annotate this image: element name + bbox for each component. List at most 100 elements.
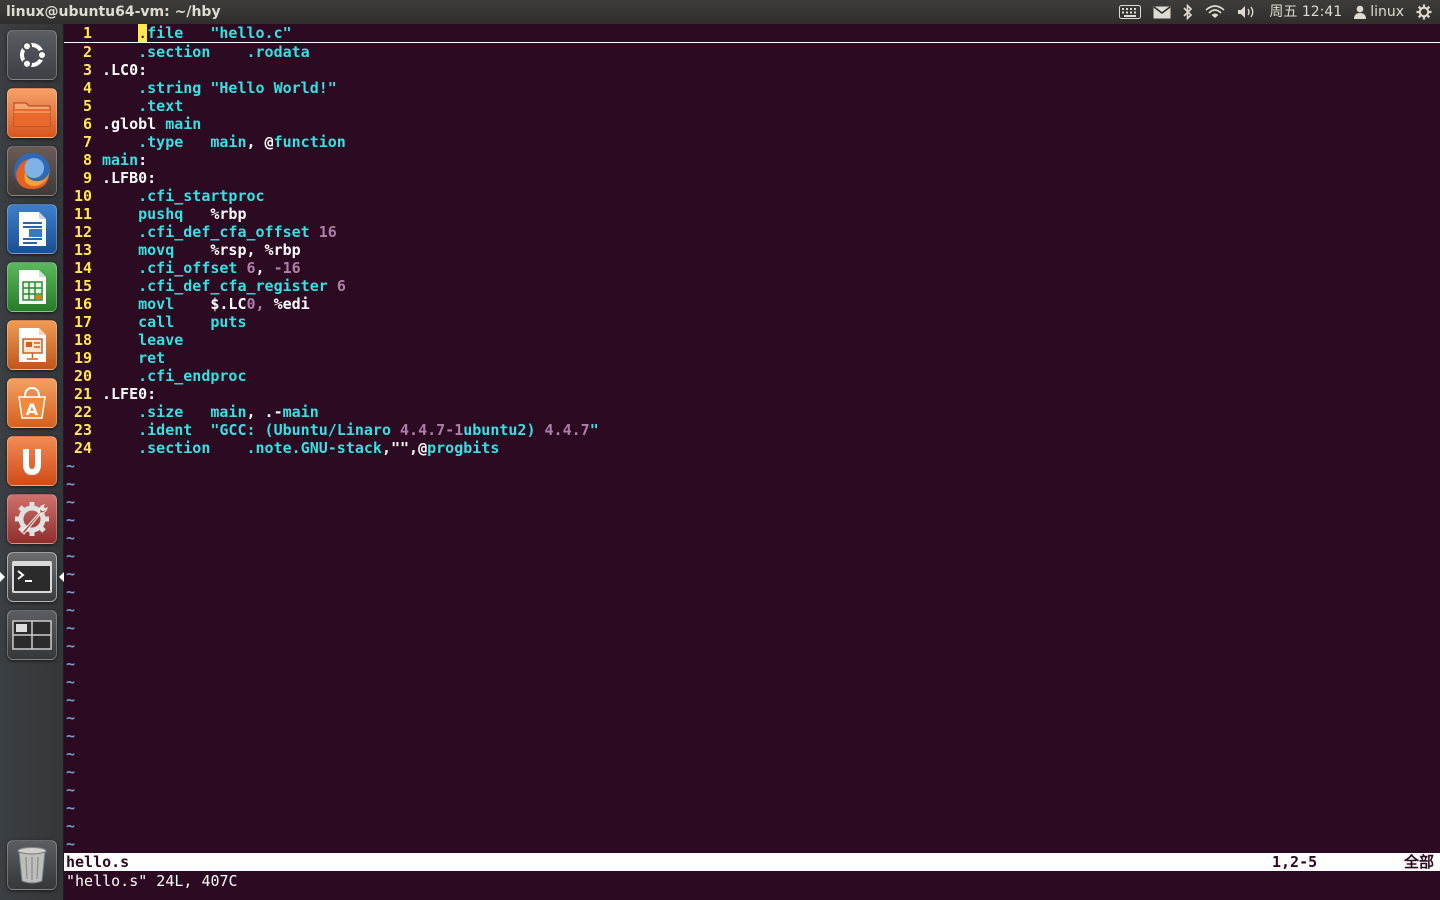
code-token: .section <box>138 43 211 61</box>
line-number: 9 <box>82 169 92 187</box>
code-line[interactable]: 7 .type main, @function <box>64 133 1440 151</box>
code-line[interactable]: 20 .cfi_endproc <box>64 367 1440 385</box>
code-line[interactable]: 13 movq %rsp, %rbp <box>64 241 1440 259</box>
ubuntu-one-icon <box>23 449 41 475</box>
line-number: 18 <box>73 331 92 349</box>
code-token: "Hello World!" <box>210 79 337 97</box>
code-line[interactable]: 21 .LFE0: <box>64 385 1440 403</box>
bluetooth-icon[interactable] <box>1183 0 1193 24</box>
launcher: A <box>0 24 64 900</box>
code-token: main <box>165 115 202 133</box>
empty-line-tilde: ~ <box>66 727 76 745</box>
settings-icon <box>15 502 49 536</box>
code-line[interactable]: 3 .LC0: <box>64 61 1440 79</box>
code-line[interactable]: 12 .cfi_def_cfa_offset 16 <box>64 223 1440 241</box>
keyboard-icon[interactable] <box>1119 0 1142 24</box>
line-number: 7 <box>82 133 92 151</box>
user-menu[interactable]: linux <box>1354 0 1404 24</box>
code-token: 6 <box>336 277 346 295</box>
launcher-system-settings[interactable] <box>7 494 57 544</box>
code-token: ubuntu2 <box>463 421 527 439</box>
code-token: .globl <box>102 115 157 133</box>
code-token: , <box>255 259 274 277</box>
code-line[interactable]: 4 .string "Hello World!" <box>64 79 1440 97</box>
empty-line-tilde: ~ <box>66 637 76 655</box>
code-token: function <box>273 133 346 151</box>
code-token: , @ <box>246 133 274 151</box>
launcher-firefox[interactable] <box>7 146 57 196</box>
code-line[interactable]: 22 .size main, .-main <box>64 403 1440 421</box>
terminal-running-indicator-left <box>0 572 5 582</box>
code-line[interactable]: 23 .ident "GCC: (Ubuntu/Linaro 4.4.7-1ub… <box>64 421 1440 439</box>
code-token: call <box>138 313 175 331</box>
code-token: main <box>282 403 319 421</box>
code-line[interactable]: 16 movl $.LC0, %edi <box>64 295 1440 313</box>
launcher-dash-home[interactable] <box>7 30 57 80</box>
code-line[interactable]: 9 .LFB0: <box>64 169 1440 187</box>
session-gear-icon[interactable] <box>1416 0 1432 24</box>
code-line[interactable]: 10 .cfi_startproc <box>64 187 1440 205</box>
launcher-software-center[interactable]: A <box>7 378 57 428</box>
code-line[interactable]: 14 .cfi_offset 6, -16 <box>64 259 1440 277</box>
line-number: 22 <box>73 403 92 421</box>
code-line[interactable]: 15 .cfi_def_cfa_register 6 <box>64 277 1440 295</box>
launcher-terminal[interactable] <box>7 552 57 602</box>
code-token: pushq <box>138 205 184 223</box>
code-line[interactable]: 19 ret <box>64 349 1440 367</box>
line-number: 11 <box>73 205 92 223</box>
code-token: 4.4.7 <box>544 421 590 439</box>
line-number: 17 <box>73 313 92 331</box>
line-number: 16 <box>73 295 92 313</box>
code-line[interactable]: 18 leave <box>64 331 1440 349</box>
line-number: 20 <box>73 367 92 385</box>
vim-buffer[interactable]: 1 .file "hello.c" 2 .section .rodata 3 .LC0… <box>64 24 1440 853</box>
code-line[interactable]: 11 pushq %rbp <box>64 205 1440 223</box>
code-line[interactable]: 5 .text <box>64 97 1440 115</box>
terminal-window[interactable]: 1 .file "hello.c" 2 .section .rodata 3 .LC0… <box>64 24 1440 900</box>
code-token: ret <box>138 349 166 367</box>
line-number: 10 <box>73 187 92 205</box>
code-token: movl <box>138 295 175 313</box>
launcher-files[interactable] <box>7 88 57 138</box>
clock[interactable]: 周五 12:41 <box>1269 0 1342 24</box>
volume-icon[interactable] <box>1237 0 1257 24</box>
empty-line-tilde: ~ <box>66 619 76 637</box>
launcher-calc[interactable] <box>7 262 57 312</box>
code-token: progbits <box>427 439 500 457</box>
code-line[interactable]: 8 main: <box>64 151 1440 169</box>
launcher-writer[interactable] <box>7 204 57 254</box>
mail-icon[interactable] <box>1153 0 1171 24</box>
code-line[interactable]: 17 call puts <box>64 313 1440 331</box>
wifi-icon[interactable] <box>1205 0 1225 24</box>
line-number: 5 <box>82 97 92 115</box>
status-filename: hello.s <box>66 853 130 871</box>
empty-line-tilde: ~ <box>66 583 76 601</box>
window-title: linux@ubuntu64-vm: ~/hby <box>6 4 221 20</box>
line-number: 13 <box>73 241 92 259</box>
code-line[interactable]: 24 .section .note.GNU-stack,"",@progbits <box>64 439 1440 457</box>
code-token: .LC0: <box>102 61 148 79</box>
software-center-icon: A <box>18 386 46 419</box>
code-line[interactable]: 2 .section .rodata <box>64 43 1440 61</box>
launcher-ubuntu-one[interactable] <box>7 436 57 486</box>
code-line[interactable]: 1 .file "hello.c" <box>64 24 1440 43</box>
libreoffice-calc-icon <box>19 270 46 304</box>
code-line[interactable]: 6 .globl main <box>64 115 1440 133</box>
launcher-impress[interactable] <box>7 320 57 370</box>
launcher-trash[interactable] <box>7 840 57 890</box>
launcher-workspaces[interactable] <box>7 610 57 660</box>
empty-line-tilde: ~ <box>66 673 76 691</box>
